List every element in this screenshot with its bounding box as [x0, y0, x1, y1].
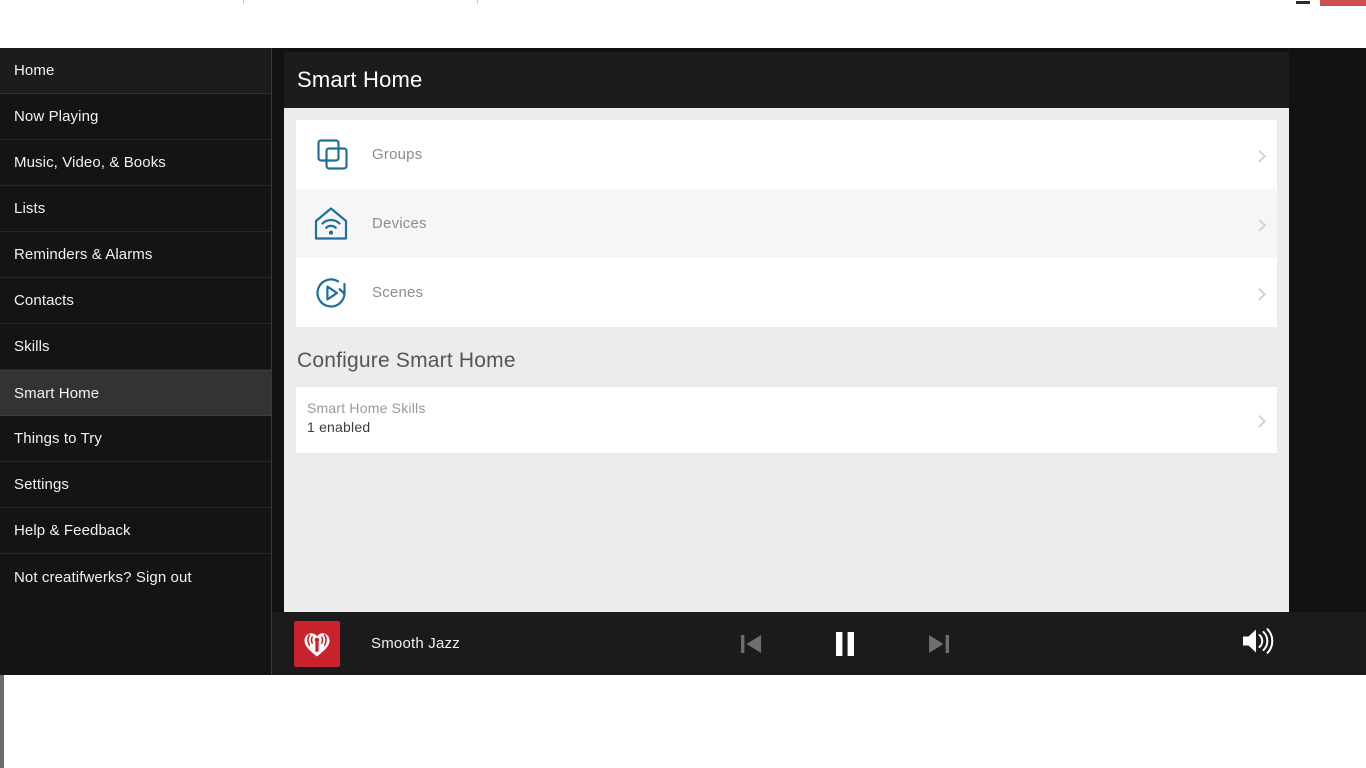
list-item-label: Groups [372, 146, 423, 163]
sidebar-item-contacts[interactable]: Contacts [0, 278, 271, 324]
sidebar-item-label: Reminders & Alarms [14, 246, 153, 263]
chevron-right-icon [1253, 287, 1267, 301]
list-item-groups[interactable]: Groups [296, 120, 1277, 189]
content-area: Groups Devices Scenes Configure Smart Ho… [284, 108, 1289, 660]
skills-row-subtitle: 1 enabled [307, 419, 371, 435]
section-heading-configure-smart-home: Configure Smart Home [297, 349, 516, 372]
sidebar-item-label: Lists [14, 200, 46, 217]
main-panel: Smart Home Groups Devices Scenes Configu… [272, 48, 1366, 675]
smart-home-list: Groups Devices Scenes [296, 120, 1277, 327]
sidebar-item-label: Smart Home [14, 384, 100, 402]
sidebar-item-label: Contacts [14, 292, 74, 309]
track-title: Smooth Jazz [371, 635, 460, 652]
page-title: Smart Home [297, 67, 423, 92]
now-playing-bar: Smooth Jazz [272, 612, 1366, 675]
playback-controls [735, 626, 955, 662]
scenes-icon [308, 270, 354, 316]
sidebar-item-settings[interactable]: Settings [0, 462, 271, 508]
list-item-smart-home-skills[interactable]: Smart Home Skills 1 enabled [296, 387, 1277, 453]
sidebar-item-skills[interactable]: Skills [0, 324, 271, 370]
browser-tab[interactable] [243, 0, 478, 4]
skip-next-icon[interactable] [923, 628, 955, 660]
page-bottom-area [0, 675, 1366, 768]
sidebar-item-sign-out[interactable]: Not creatifwerks? Sign out [0, 554, 271, 600]
minimize-button[interactable] [1296, 1, 1310, 4]
chevron-right-icon [1253, 149, 1267, 163]
sidebar-item-label: Settings [14, 476, 69, 493]
sidebar-item-label: Home [14, 62, 55, 79]
list-item-devices[interactable]: Devices [296, 189, 1277, 258]
sidebar-item-label: Now Playing [14, 108, 99, 125]
browser-chrome-strip [0, 0, 1366, 48]
list-item-label: Scenes [372, 284, 424, 301]
sidebar-item-label: Skills [14, 338, 50, 355]
sidebar-item-music-video-books[interactable]: Music, Video, & Books [0, 140, 271, 186]
volume-high-icon[interactable] [1238, 624, 1276, 663]
application-window: Home Now Playing Music, Video, & Books L… [0, 0, 1366, 768]
sidebar-item-things-to-try[interactable]: Things to Try [0, 416, 271, 462]
pause-icon[interactable] [827, 626, 863, 662]
list-item-scenes[interactable]: Scenes [296, 258, 1277, 327]
devices-icon [308, 201, 354, 247]
scrollbar[interactable] [0, 675, 4, 768]
close-button[interactable] [1320, 0, 1366, 6]
sidebar-navigation: Home Now Playing Music, Video, & Books L… [0, 48, 272, 675]
sidebar-item-lists[interactable]: Lists [0, 186, 271, 232]
page-header: Smart Home [284, 52, 1289, 108]
sidebar-item-label: Music, Video, & Books [14, 154, 166, 171]
sidebar-item-label: Things to Try [14, 430, 102, 447]
sidebar-item-help-feedback[interactable]: Help & Feedback [0, 508, 271, 554]
sidebar-item-reminders-alarms[interactable]: Reminders & Alarms [0, 232, 271, 278]
list-item-label: Devices [372, 215, 427, 232]
skip-previous-icon[interactable] [735, 628, 767, 660]
chevron-right-icon [1253, 218, 1267, 232]
sidebar-item-home[interactable]: Home [0, 48, 271, 94]
sidebar-item-smart-home[interactable]: Smart Home [0, 370, 271, 416]
sidebar-item-label: Not creatifwerks? Sign out [14, 568, 192, 586]
sidebar-item-now-playing[interactable]: Now Playing [0, 94, 271, 140]
groups-icon [308, 132, 354, 178]
iheartradio-logo-icon [294, 620, 340, 667]
sidebar-item-label: Help & Feedback [14, 522, 131, 539]
skills-row-title: Smart Home Skills [307, 400, 426, 416]
